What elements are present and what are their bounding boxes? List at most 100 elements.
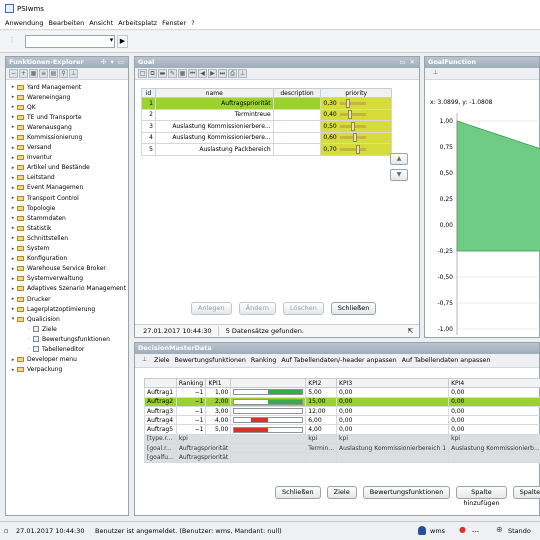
next-icon[interactable]: ▶ <box>208 69 217 78</box>
goal-row[interactable]: 2 Termintreue 0,40 <box>141 108 392 121</box>
move-down-button[interactable]: ▼ <box>390 169 408 181</box>
prev-icon[interactable]: ◀ <box>198 69 207 78</box>
dmd-row[interactable]: Auftrag5 −1 5,00 4,00 0,00 0,00 <box>144 424 540 435</box>
tree-folder[interactable]: ▾ Qualicision <box>10 314 128 324</box>
filter-icon[interactable]: ▤ <box>49 69 58 78</box>
tree-folder[interactable]: ▸ Topologie <box>10 203 128 213</box>
goal-priority[interactable]: 0,40 <box>320 108 392 121</box>
goal-row[interactable]: 5 Auslastung Packbereich 0,70 <box>141 143 392 156</box>
dmd-col-header[interactable]: KPI1 <box>205 377 232 389</box>
change-button[interactable]: Ändern <box>238 302 276 315</box>
goal-priority[interactable]: 0,70 <box>320 143 392 156</box>
col-id[interactable]: id <box>141 88 156 98</box>
dmd-meta-row[interactable]: [goal.r... Auftragspriorität Termin... Ausl… <box>144 443 540 454</box>
search-icon[interactable]: ⚲ <box>59 69 68 78</box>
dmd-row[interactable]: Auftrag3 −1 3,00 12,00 0,00 0,00 <box>144 405 540 417</box>
tree-folder[interactable]: ▸ Artikel und Bestände <box>10 163 128 173</box>
dropdown-icon[interactable]: ▾ <box>106 35 117 48</box>
tree-folder[interactable]: ▸ Verpackung <box>10 365 128 375</box>
collapsed-icon[interactable]: ▸ <box>10 215 16 221</box>
pin-icon[interactable]: ⊥ <box>69 69 78 78</box>
collapsed-icon[interactable]: ▸ <box>10 286 16 292</box>
add-column-button[interactable]: Spalte hinzufügen <box>456 486 507 507</box>
go-arrow-icon[interactable]: ▶ <box>117 35 128 48</box>
collapsed-icon[interactable]: ▸ <box>10 205 16 211</box>
tree-folder[interactable]: ▸ Event Managemen <box>10 183 128 193</box>
dmd-col-header[interactable]: KPI4 <box>448 377 540 389</box>
goal-row[interactable]: 4 Auslastung Kommissionierbere... 0,60 <box>141 131 392 144</box>
dmd-close-button[interactable]: Schließen <box>275 486 321 499</box>
collapse-icon[interactable]: − <box>9 69 18 78</box>
collapsed-icon[interactable]: ▸ <box>10 306 16 312</box>
collapsed-icon[interactable]: ▸ <box>10 256 16 262</box>
priority-slider[interactable] <box>339 110 366 120</box>
tree-folder[interactable]: ▸ Adaptives Szenario Management <box>10 284 128 294</box>
slider-knob[interactable] <box>348 110 353 120</box>
tree-folder[interactable]: ▸ Systemverwaltung <box>10 274 128 284</box>
dmd-col-header[interactable] <box>144 377 177 389</box>
status-export-icon[interactable]: ⇱ <box>408 325 413 337</box>
collapsed-icon[interactable]: ▸ <box>10 235 16 241</box>
dmd-tool-evaluation[interactable]: Bewertungsfunktionen <box>175 357 246 364</box>
pin-icon[interactable]: ⊥ <box>431 69 440 78</box>
goal-row[interactable]: 3 Auslastung Kommissionierbere... 0,50 <box>141 120 392 133</box>
goal-priority[interactable]: 0,60 <box>320 131 392 144</box>
collapsed-icon[interactable]: ▸ <box>10 266 16 272</box>
dmd-col-header[interactable]: Ranking <box>175 377 207 389</box>
priority-slider[interactable] <box>339 133 366 143</box>
collapsed-icon[interactable]: ▸ <box>10 357 16 363</box>
collapsed-icon[interactable]: ▸ <box>10 135 16 141</box>
search-input[interactable] <box>25 35 115 48</box>
collapsed-icon[interactable]: ▸ <box>10 114 16 120</box>
dmd-evaluation-button[interactable]: Bewertungsfunktionen <box>362 486 451 499</box>
goal-row[interactable]: 1 Auftragspriorität 0,30 <box>141 97 392 110</box>
dmd-tool-fit-data[interactable]: Auf Tabellendaten anpassen <box>402 357 491 364</box>
dmd-row[interactable]: Auftrag1 −1 1,00 5,00 0,00 0,00 <box>144 387 540 398</box>
edit-icon[interactable]: ✎ <box>168 69 177 78</box>
panel-controls-icon[interactable]: ▭ ✕ <box>399 57 416 68</box>
collapsed-icon[interactable]: ▸ <box>10 94 16 100</box>
priority-slider[interactable] <box>339 121 366 131</box>
menu-help[interactable]: ? <box>191 19 194 27</box>
tree-folder[interactable]: ▸ QK <box>10 102 128 112</box>
tree-folder[interactable]: ▸ Stammdaten <box>10 213 128 223</box>
collapsed-icon[interactable]: ▸ <box>10 367 16 373</box>
dmd-col-header[interactable]: KPI3 <box>336 377 450 389</box>
last-icon[interactable]: ⏭ <box>218 69 227 78</box>
collapsed-icon[interactable]: ▸ <box>10 225 16 231</box>
column-button[interactable]: Spalte <box>512 486 540 499</box>
collapsed-icon[interactable]: ▸ <box>10 276 16 282</box>
collapsed-icon[interactable]: ▸ <box>10 155 16 161</box>
delete-button[interactable]: Löschen <box>283 302 324 315</box>
menu-ansicht[interactable]: Ansicht <box>89 19 113 27</box>
tree-folder[interactable]: ▸ Developer menu <box>10 355 128 365</box>
col-priority[interactable]: priority <box>320 88 392 98</box>
first-icon[interactable]: ⏮ <box>188 69 197 78</box>
tree-folder[interactable]: ▸ Konfiguration <box>10 254 128 264</box>
tree-leaf[interactable]: · Bewertungsfunktionen <box>10 334 128 344</box>
grid-icon[interactable]: ▦ <box>178 69 187 78</box>
expanded-icon[interactable]: ▾ <box>10 316 16 322</box>
dmd-tool-goals[interactable]: Ziele <box>154 357 170 364</box>
slider-knob[interactable] <box>350 121 355 131</box>
collapsed-icon[interactable]: ▸ <box>10 84 16 90</box>
tree-folder[interactable]: ▸ Schnittstellen <box>10 233 128 243</box>
collapsed-icon[interactable]: ▸ <box>10 195 16 201</box>
tree-folder[interactable]: ▸ Statistik <box>10 223 128 233</box>
collapsed-icon[interactable]: ▸ <box>10 165 16 171</box>
tree-folder[interactable]: ▸ Kommissionierung <box>10 132 128 142</box>
menu-fenster[interactable]: Fenster <box>162 19 186 27</box>
dmd-row[interactable]: Auftrag2 −1 2,00 15,00 0,00 0,00 <box>144 396 540 407</box>
expand-icon[interactable]: + <box>19 69 28 78</box>
tree-folder[interactable]: ▸ Warehouse Service Broker <box>10 264 128 274</box>
tree-leaf[interactable]: · Ziele <box>10 324 128 334</box>
delete-icon[interactable]: ▬ <box>158 69 167 78</box>
priority-slider[interactable] <box>339 144 366 154</box>
tree-folder[interactable]: ▸ Warenausgang <box>10 122 128 132</box>
pin-icon[interactable]: ⊥ <box>238 69 247 78</box>
col-name[interactable]: name <box>154 88 274 98</box>
menu-arbeitsplatz[interactable]: Arbeitsplatz <box>118 19 157 27</box>
tree-folder[interactable]: ▸ Lagerplatzoptimierung <box>10 304 128 314</box>
dmd-col-header[interactable]: KPI2 <box>305 377 338 389</box>
tree-folder[interactable]: ▸ Drucker <box>10 294 128 304</box>
